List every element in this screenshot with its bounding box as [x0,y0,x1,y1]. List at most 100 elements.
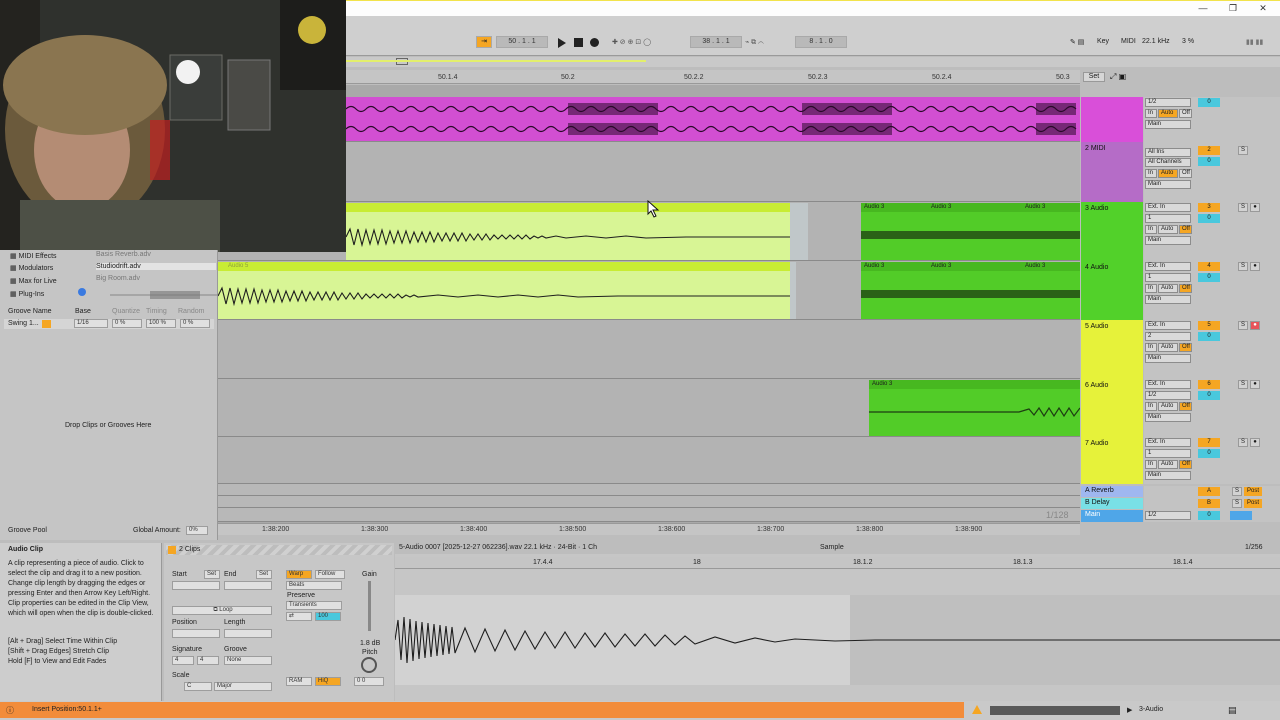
solo-button[interactable]: S [1238,203,1248,212]
track-lane-4[interactable]: Audio 5 Audio 3 Audio 3 Audio 3 [218,261,1080,320]
monitor-in[interactable]: In [1145,284,1157,293]
groove-random[interactable]: 0 % [180,319,210,328]
track-name[interactable]: Main [1085,511,1100,518]
gain-slider[interactable] [368,581,371,631]
groove-select[interactable]: None [224,656,272,665]
minimize-button[interactable]: — [1195,2,1211,14]
audio-clip[interactable]: Audio 3 Audio 3 Audio 3 [861,203,1080,260]
return-lane-a[interactable] [218,484,1080,496]
audio-clip[interactable]: Audio 3 Audio 3 Audio 3 [861,262,1080,319]
punch-icons[interactable]: ⌁ ⧉ ⌒ [745,38,764,47]
track-activator[interactable]: 3 [1198,203,1220,212]
preserve-select[interactable]: Transients [286,601,342,610]
track-header-4[interactable]: 4 Audio [1081,261,1143,320]
monitor-in[interactable]: In [1145,169,1157,178]
groove-base[interactable]: 1/16 [74,319,108,328]
track-name[interactable]: 6 Audio [1085,382,1108,389]
volume-field[interactable]: 0 [1198,273,1220,282]
drop-zone-hint[interactable]: Drop Clips or Grooves Here [65,422,151,429]
volume-field[interactable]: 0 [1198,98,1220,107]
monitor-off[interactable]: Off [1179,460,1192,469]
grid-size[interactable]: 1/128 [1046,510,1069,520]
output-select[interactable]: Main [1145,236,1191,245]
monitor-in[interactable]: In [1145,402,1157,411]
track-activator[interactable]: 6 [1198,380,1220,389]
track-lane-5[interactable] [218,320,1080,379]
track-activator[interactable]: 2 [1198,146,1220,155]
input-select[interactable]: Ext. In [1145,380,1191,389]
return-header-b[interactable]: B Delay [1081,498,1143,509]
scale-root-select[interactable]: C [184,682,212,691]
main-lane[interactable] [218,508,1080,522]
start-field[interactable] [172,581,220,590]
groove-hot-swap-icon[interactable] [42,320,51,328]
global-amount-field[interactable]: 0% [186,526,208,535]
beat-time-ruler[interactable]: 50.1.4 50.2 50.2.2 50.2.3 50.2.4 50.3 [346,70,1080,84]
output-select[interactable]: Main [1145,413,1191,422]
follow-icon[interactable]: ⇥ [476,36,492,48]
solo-button[interactable]: S [1238,146,1248,155]
set-button[interactable]: Set [1083,72,1105,82]
output-select[interactable]: Main [1145,295,1191,304]
groove-quantize[interactable]: 0 % [112,319,142,328]
volume-field[interactable]: 0 [1198,332,1220,341]
audio-clip[interactable]: Audio 3 [869,380,1080,436]
channel-select[interactable]: 1/2 [1145,391,1191,400]
clip-title[interactable]: 2 Clips [179,546,200,553]
track-header-7[interactable]: 7 Audio [1081,437,1143,484]
return-b-activator[interactable]: B [1198,499,1220,508]
solo-button[interactable]: S [1232,487,1242,496]
record-icon[interactable] [590,38,599,47]
main-output-select[interactable]: 1/2 [1145,511,1191,520]
output-select[interactable]: Main [1145,120,1191,129]
key-map-button[interactable]: Key [1097,38,1109,45]
channel-select[interactable]: 1 [1145,273,1191,282]
monitor-off[interactable]: Off [1179,402,1192,411]
arm-button[interactable]: ● [1250,203,1260,212]
volume-field[interactable]: 0 [1198,391,1220,400]
arm-button[interactable]: ● [1250,262,1260,271]
output-select[interactable]: Main [1145,180,1191,189]
loop-button[interactable]: ⧉ Loop [172,606,272,615]
return-a-activator[interactable]: A [1198,487,1220,496]
sample-ruler[interactable]: 17.4.4 18 18.1.2 18.1.3 18.1.4 [395,557,1280,569]
input-select[interactable]: Ext. In [1145,203,1191,212]
audio-clip[interactable] [346,97,1080,141]
monitor-off[interactable]: Off [1179,225,1192,234]
arm-button-active[interactable]: ● [1250,321,1260,330]
groove-timing[interactable]: 100 % [146,319,176,328]
browser-item[interactable]: ▦ Max for Live [10,277,57,285]
loop-length[interactable]: 8 . 1 . 0 [795,36,847,48]
arrangement-position[interactable]: 50 . 1 . 1 [496,36,548,48]
post-button[interactable]: Post [1244,487,1262,496]
volume-field[interactable]: 0 [1198,214,1220,223]
pitch-knob[interactable] [361,657,377,673]
start-set-button[interactable]: Set [204,570,220,579]
output-select[interactable]: Main [1145,471,1191,480]
input-select[interactable]: Ext. In [1145,321,1191,330]
groove-row[interactable]: Swing 1... 1/16 0 % 100 % 0 % [4,319,214,329]
track-name[interactable]: A Reverb [1085,487,1114,494]
signature-numerator[interactable]: 4 [172,656,194,665]
play-icon[interactable] [558,38,566,48]
track-name[interactable]: 2 MIDI [1085,145,1106,152]
return-header-a[interactable]: A Reverb [1081,486,1143,497]
loop-mode-select[interactable]: ⇄ [286,612,312,621]
monitor-auto[interactable]: Auto [1158,402,1178,411]
track-name[interactable]: B Delay [1085,499,1110,506]
pitch-fields[interactable]: 0 0 [354,677,384,686]
monitor-auto[interactable]: Auto [1158,284,1178,293]
follow-button[interactable]: Follow [315,570,345,579]
channel-select[interactable]: All Channels [1145,158,1191,167]
envelope-field[interactable]: 100 [315,612,341,621]
stop-icon[interactable] [574,38,583,47]
end-field[interactable] [224,581,272,590]
monitor-in[interactable]: In [1145,109,1157,118]
monitor-auto[interactable]: Auto [1158,460,1178,469]
length-field[interactable] [224,629,272,638]
monitor-auto[interactable]: Auto [1158,225,1178,234]
monitor-auto[interactable]: Auto [1158,109,1178,118]
restore-button[interactable]: ❐ [1225,2,1241,14]
warp-mode-select[interactable]: Beats [286,581,342,590]
track-header-5[interactable]: 5 Audio [1081,320,1143,379]
